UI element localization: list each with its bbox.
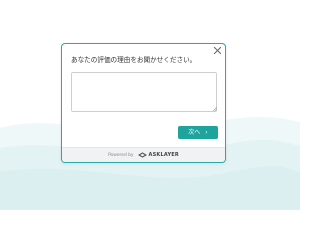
close-icon[interactable] bbox=[213, 46, 222, 55]
modal-footer: Powered by ASKLAYER bbox=[62, 147, 225, 162]
next-button[interactable]: 次へ › bbox=[178, 126, 218, 139]
resize-grip-icon[interactable] bbox=[213, 107, 217, 111]
feedback-modal: あなたの評価の理由をお聞かせください。 次へ › Powered by ASKLA… bbox=[61, 43, 226, 163]
next-button-label: 次へ bbox=[188, 129, 201, 136]
chevron-right-icon: › bbox=[205, 129, 208, 136]
brand-name: ASKLAYER bbox=[148, 152, 179, 158]
powered-by-text: Powered by bbox=[108, 152, 134, 158]
question-text: あなたの評価の理由をお聞かせください。 bbox=[71, 56, 197, 64]
asklayer-logo-icon bbox=[137, 152, 147, 158]
reason-textarea[interactable] bbox=[71, 72, 217, 112]
